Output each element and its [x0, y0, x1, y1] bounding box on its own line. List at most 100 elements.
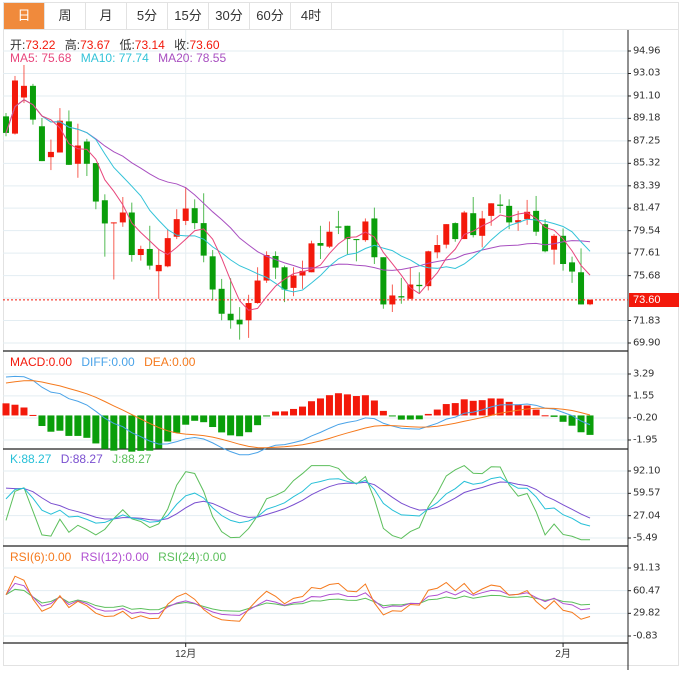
low-label: 低:: [119, 38, 135, 52]
macd-bar: [227, 415, 235, 436]
candle-body: [551, 235, 558, 250]
high-label: 高:: [64, 38, 81, 52]
candle-body: [452, 223, 459, 240]
macd-bar: [74, 415, 82, 436]
candle-body: [380, 257, 387, 305]
candle-body: [137, 248, 144, 256]
macd-bar: [191, 415, 199, 421]
low-value: 73.14: [134, 38, 165, 52]
candle-body: [245, 303, 252, 321]
dea-value: DEA:0.00: [144, 355, 196, 369]
candle-body: [92, 163, 99, 202]
macd-legend: MACD:0.00 DIFF:0.00 DEA:0.00: [10, 355, 201, 369]
macd-bar: [316, 398, 324, 416]
macd-bar: [173, 415, 181, 433]
macd-bar: [182, 415, 190, 425]
macd-bar: [352, 396, 360, 416]
candle-body: [182, 208, 189, 221]
candle-body: [587, 299, 594, 305]
candle-body: [236, 319, 243, 325]
macd-bar: [370, 400, 378, 416]
macd-axis-label: 1.55: [633, 390, 655, 402]
rsi-axis-label: -0.83: [633, 630, 658, 642]
candle-body: [290, 275, 297, 288]
candle-body: [407, 284, 414, 299]
macd-bar: [272, 411, 280, 416]
price-axis-label: 69.90: [633, 337, 661, 349]
macd-bar: [325, 395, 333, 416]
macd-bar: [442, 404, 450, 416]
macd-bar: [281, 411, 289, 416]
time-axis-label: 2月: [555, 649, 571, 660]
macd-bar: [38, 415, 46, 427]
macd-bar: [415, 415, 423, 420]
macd-bar: [263, 415, 271, 417]
candle-body: [353, 239, 360, 241]
open-label: 开:: [10, 38, 26, 52]
candle-body: [443, 224, 450, 245]
price-axis-label: 94.96: [633, 45, 661, 57]
macd-axis-label: -1.95: [633, 434, 658, 446]
macd-bar: [11, 404, 19, 416]
candle-body: [119, 212, 126, 223]
macd-bar: [236, 415, 244, 437]
last-price-label: 73.60: [629, 292, 679, 307]
macd-bar: [406, 415, 414, 420]
rsi12-value: RSI(12):0.00: [80, 550, 149, 564]
rsi-legend: RSI(6):0.00 RSI(12):0.00 RSI(24):0.00: [10, 550, 232, 564]
macd-bar: [388, 415, 396, 417]
macd-bar: [505, 401, 513, 416]
macd-bar: [101, 415, 109, 449]
d-line: [5, 481, 591, 521]
candle-body: [38, 126, 45, 162]
candle-body: [362, 221, 369, 241]
k-value: K:88.27: [10, 452, 52, 466]
macd-bar: [218, 415, 226, 433]
macd-bar: [577, 415, 585, 433]
macd-bar: [2, 403, 10, 416]
candle-body: [560, 235, 567, 264]
diff-value: DIFF:0.00: [81, 355, 135, 369]
price-axis-label: 93.03: [633, 67, 661, 79]
rsi6-value: RSI(6):0.00: [10, 550, 72, 564]
macd-bar: [290, 408, 298, 416]
kdj-axis-label: 92.10: [633, 465, 661, 477]
macd-bar: [451, 403, 459, 416]
close-value: 73.60: [189, 38, 220, 52]
candle-body: [146, 248, 153, 266]
macd-bar: [47, 415, 55, 432]
ma10-legend: MA10: 77.74: [80, 51, 149, 65]
macd-bar: [523, 405, 531, 416]
candle-body: [227, 313, 234, 321]
candle-body: [398, 296, 405, 298]
price-axis-label: 79.54: [633, 225, 661, 237]
macd-axis-label: 3.29: [633, 368, 655, 380]
time-axis-label: 12月: [175, 649, 197, 660]
macd-value: MACD:0.00: [10, 355, 73, 369]
macd-bar: [299, 406, 307, 416]
macd-bar: [110, 415, 118, 451]
macd-bar: [29, 414, 37, 416]
macd-bar: [209, 415, 217, 428]
candle-body: [506, 205, 513, 223]
macd-bar: [334, 393, 342, 416]
price-axis-label: 87.25: [633, 135, 661, 147]
macd-bar: [307, 401, 315, 416]
ma20-legend: MA20: 78.55: [158, 51, 227, 65]
candle-body: [83, 141, 90, 164]
high-value: 73.67: [80, 38, 111, 52]
candle-body: [29, 85, 36, 120]
ma5-legend: MA5: 75.68: [10, 51, 72, 65]
candle-body: [272, 255, 279, 268]
j-value: J:88.27: [112, 452, 152, 466]
rsi-axis-label: 91.13: [633, 562, 661, 574]
macd-bar: [433, 409, 441, 416]
kline-chart[interactable]: [0, 0, 683, 676]
price-axis-label: 77.61: [633, 247, 661, 259]
rsi24-value: RSI(24):0.00: [158, 550, 227, 564]
macd-bar: [469, 400, 477, 416]
candle-body: [488, 203, 495, 216]
candle-body: [191, 208, 198, 224]
rsi-axis-label: 29.82: [633, 607, 661, 619]
kdj-axis-label: 27.04: [633, 510, 661, 522]
